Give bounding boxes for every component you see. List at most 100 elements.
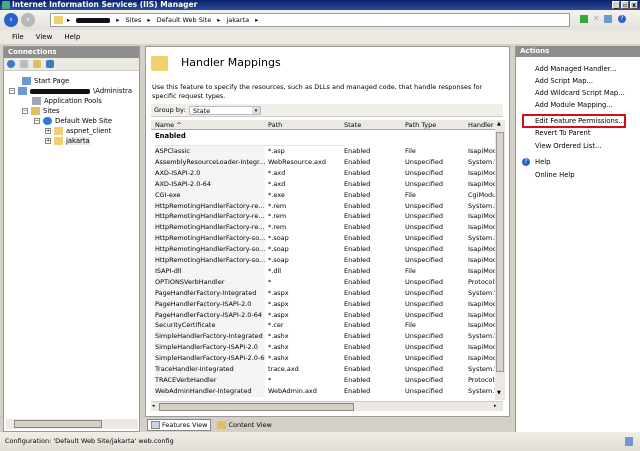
back-button[interactable]: ‹ [4,13,18,27]
crumb-sites[interactable]: Sites [126,14,142,26]
home-icon[interactable] [604,15,612,23]
table-hscrollbar[interactable]: ◂ ▸ [151,401,503,411]
table-row[interactable]: HttpRemotingHandlerFactory-so... *.soap En… [151,233,498,245]
refresh-icon[interactable] [580,15,588,23]
connections-title: Connections [4,47,139,58]
column-path[interactable]: Path [268,120,341,130]
action-edit-feature-permissions[interactable]: Edit Feature Permissions... [535,117,625,125]
tab-features-view[interactable]: Features View [147,419,212,431]
table-row[interactable]: HttpRemotingHandlerFactory-re... *.rem Ena… [151,200,498,212]
tree-default-web-site[interactable]: − Default Web Site [34,117,112,125]
stop-icon[interactable]: ✕ [593,15,601,23]
table-row[interactable]: AXD-ISAPI-2.0-64 *.axd Enabled Unspecified I… [151,178,498,190]
cell-handler: IsapiModule [468,354,498,363]
action-view-ordered-list[interactable]: View Ordered List... [535,142,601,150]
table-row[interactable]: PageHandlerFactory-ISAPI-2.0-64 *.aspx Ena… [151,309,498,321]
cell-path: *.soap [268,234,289,243]
action-add-module-mapping[interactable]: Add Module Mapping... [535,101,613,109]
tree-server[interactable]: − \Administra [9,87,132,95]
cell-handler: IsapiModule [468,321,498,330]
title-bar: Internet Information Services (IIS) Mana… [0,0,640,10]
table-row[interactable]: TRACEVerbHandler * Enabled Unspecified Proto… [151,374,498,386]
cell-path-type: Unspecified [405,288,443,297]
cell-state: Enabled [344,365,371,373]
cell-handler: System.W [468,365,498,373]
cell-path-type: Unspecified [405,168,443,177]
menu-file[interactable]: File [12,30,24,44]
table-row[interactable]: SimpleHandlerFactory-ISAPI-2.0-64 *.ashx E… [151,353,498,365]
page-title: Handler Mappings [181,56,281,69]
table-row[interactable]: SecurityCertificate *.cer Enabled File Isapi… [151,320,498,332]
window-title: Internet Information Services (IIS) Mana… [12,0,198,9]
table-row[interactable]: HttpRemotingHandlerFactory-so... *.soap En… [151,244,498,256]
column-path-type[interactable]: Path Type [405,120,465,130]
table-row[interactable]: OPTIONSVerbHandler * Enabled Unspecified Pro… [151,276,498,288]
cell-state: Enabled [344,223,371,232]
delete-connection-icon[interactable] [46,60,54,68]
cell-name: HttpRemotingHandlerFactory-so... [155,255,265,266]
cell-name: HttpRemotingHandlerFactory-re... [155,222,265,234]
cell-name: AssemblyResourceLoader-Integr... [155,156,265,168]
table-vscrollbar[interactable]: ▲ ▼ [495,120,505,400]
breadcrumb[interactable]: ▸ ▸ Sites ▸ Default Web Site ▸ jakarta ▸ [50,13,570,27]
table-row[interactable]: ISAPI-dll*.dll Enabled File IsapiModule [151,265,498,277]
close-button[interactable]: x [630,1,638,9]
tree-jakarta[interactable]: + jakarta [45,137,90,145]
action-help[interactable]: Help [535,158,551,166]
table-row[interactable]: AXD-ISAPI-2.0 *.axd Enabled Unspecified Isap… [151,167,498,179]
cell-path-type: Unspecified [405,310,443,319]
group-header-enabled: Enabled [155,132,345,146]
cell-path: *.exe [268,190,285,199]
table-row[interactable]: SimpleHandlerFactory-Integrated *.ashx Ena… [151,331,498,343]
table-row[interactable]: HttpRemotingHandlerFactory-re... *.rem Ena… [151,222,498,234]
tree-aspnet-client[interactable]: + aspnet_client [45,127,111,135]
table-row[interactable]: PageHandlerFactory-ISAPI-2.0 *.aspx Enable… [151,298,498,310]
group-by-select[interactable]: State ▾ [189,106,261,115]
cell-path: *.dll [268,266,282,275]
table-row[interactable]: HttpRemotingHandlerFactory-so... *.soap En… [151,255,498,266]
action-add-wildcard-script-map[interactable]: Add Wildcard Script Map... [535,89,625,97]
table-row[interactable]: TraceHandler-Integrated trace.axd Enabled U… [151,364,498,375]
column-handler[interactable]: Handler [468,120,498,130]
start-page-icon [22,77,31,85]
menu-help[interactable]: Help [64,30,80,44]
save-icon[interactable] [20,60,28,68]
column-name[interactable]: Name ^ [155,120,265,130]
table-row[interactable]: HttpRemotingHandlerFactory-re... *.rem Ena… [151,211,498,223]
cell-state: Enabled [344,310,371,319]
action-add-script-map[interactable]: Add Script Map... [535,77,593,85]
status-text: Configuration: 'Default Web Site/jakarta… [5,437,174,445]
table-row[interactable]: AssemblyResourceLoader-Integr... WebResou… [151,156,498,168]
maximize-button[interactable]: ▫ [621,1,629,9]
action-online-help[interactable]: Online Help [535,171,575,179]
cell-handler: ProtocolS [468,277,498,286]
app-pools-icon [32,97,41,105]
connect-icon[interactable] [7,60,15,68]
table-row[interactable]: PageHandlerFactory-Integrated *.aspx Enabl… [151,287,498,299]
cell-handler: IsapiModule [468,343,498,352]
tree-start-page[interactable]: Start Page [22,77,69,85]
tree-sites[interactable]: − Sites [22,107,60,115]
forward-button[interactable]: › [21,13,35,27]
table-row[interactable]: ASPClassic*.asp Enabled File IsapiModule [151,146,498,157]
table-row[interactable]: SimpleHandlerFactory-ISAPI-2.0 *.ashx Enab… [151,342,498,354]
cell-handler: CgiModule [468,190,498,199]
minimize-button[interactable]: _ [612,1,620,9]
cell-handler: ProtocolS [468,375,498,384]
column-state[interactable]: State [344,120,402,130]
action-add-managed-handler[interactable]: Add Managed Handler... [535,65,616,73]
up-folder-icon[interactable] [33,60,41,68]
table-row[interactable]: CGI-exe*.exe Enabled File CgiModule [151,189,498,201]
menu-view[interactable]: View [36,30,53,44]
connections-hscrollbar[interactable] [6,419,138,429]
cell-state: Enabled [344,288,371,297]
connections-panel: Connections Start Page − \Administra Appl… [3,46,140,432]
help-icon[interactable]: ? [618,15,626,23]
table-row[interactable]: WebAdminHandler-Integrated WebAdmin.axd En… [151,385,498,397]
tab-content-view[interactable]: Content View [214,419,274,431]
crumb-default-web-site[interactable]: Default Web Site [157,14,212,26]
action-revert-to-parent[interactable]: Revert To Parent [535,129,591,137]
tree-application-pools[interactable]: Application Pools [32,97,102,105]
crumb-jakarta[interactable]: jakarta [226,14,249,26]
cell-path-type: Unspecified [405,212,443,221]
